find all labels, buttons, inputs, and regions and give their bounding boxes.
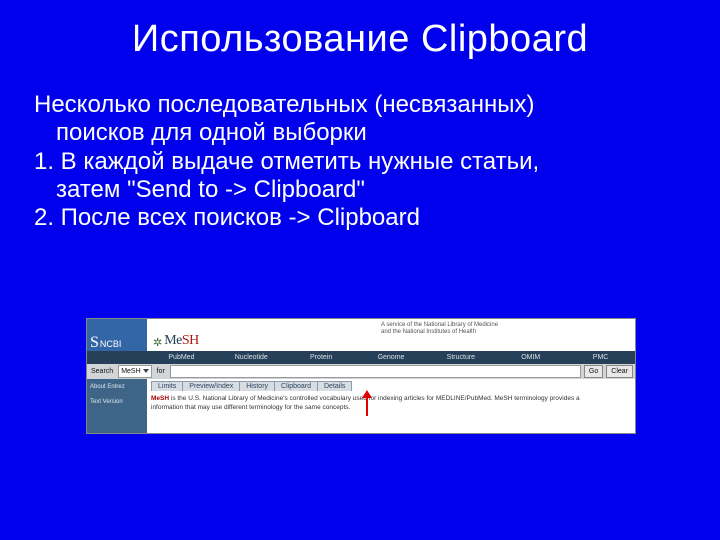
- desc-line-2: information that may use different termi…: [151, 404, 350, 411]
- intro-line-2: поисков для одной выборки: [34, 119, 686, 147]
- nav-protein[interactable]: Protein: [287, 354, 357, 361]
- nav-genome[interactable]: Genome: [357, 354, 427, 361]
- tab-preview-index[interactable]: Preview/Index: [182, 381, 240, 391]
- nav-omim[interactable]: OMIM: [496, 354, 566, 361]
- ncbi-window: S NCBI ✲ MeSH A service of the National …: [86, 318, 636, 434]
- tab-row: Limits Preview/Index History Clipboard D…: [151, 381, 631, 391]
- tab-history[interactable]: History: [239, 381, 275, 391]
- search-input[interactable]: [170, 365, 581, 378]
- description-text: MeSH is the U.S. National Library of Med…: [151, 394, 631, 412]
- slide: Использование Clipboard Несколько послед…: [0, 0, 720, 540]
- tagline-line-1: A service of the National Library of Med…: [381, 322, 631, 329]
- embedded-screenshot: S NCBI ✲ MeSH A service of the National …: [86, 318, 634, 434]
- clear-button[interactable]: Clear: [606, 365, 633, 378]
- tab-limits[interactable]: Limits: [151, 381, 183, 391]
- desc-line-1: is the U.S. National Library of Medicine…: [169, 395, 580, 402]
- sidebar-textversion[interactable]: Text Version: [90, 397, 144, 408]
- step-1-line-1: 1. В каждой выдаче отметить нужные стать…: [34, 148, 539, 175]
- tab-clipboard[interactable]: Clipboard: [274, 381, 318, 391]
- sidebar: About Entrez Text Version: [87, 379, 147, 433]
- search-for-label: for: [155, 368, 167, 375]
- tab-details[interactable]: Details: [317, 381, 352, 391]
- mesh-logo-suffix: SH: [182, 333, 199, 349]
- tagline-line-2: and the National Institutes of Health: [381, 329, 631, 336]
- slide-body: Несколько последовательных (несвязанных)…: [0, 91, 720, 233]
- search-row: Search MeSH for Go Clear: [87, 364, 635, 379]
- banner-row: S NCBI ✲ MeSH A service of the National …: [87, 319, 635, 351]
- nav-pmc[interactable]: PMC: [566, 354, 635, 361]
- ncbi-logo-text: NCBI: [100, 339, 122, 349]
- mesh-logo: ✲ MeSH: [147, 319, 377, 351]
- mesh-tree-icon: ✲: [153, 338, 162, 349]
- search-label: Search: [89, 368, 115, 375]
- nav-structure[interactable]: Structure: [426, 354, 496, 361]
- slide-title: Использование Clipboard: [0, 0, 720, 91]
- ncbi-logo[interactable]: S NCBI: [87, 319, 147, 351]
- go-button[interactable]: Go: [584, 365, 603, 378]
- ncbi-logo-icon: S: [90, 337, 99, 349]
- sidebar-about[interactable]: About Entrez: [90, 382, 144, 393]
- mesh-logo-prefix: Me: [164, 333, 182, 349]
- intro-line-1: Несколько последовательных (несвязанных): [34, 91, 535, 118]
- main-area: Limits Preview/Index History Clipboard D…: [147, 379, 635, 433]
- content-row: About Entrez Text Version Limits Preview…: [87, 379, 635, 433]
- banner-tagline: A service of the National Library of Med…: [377, 319, 635, 351]
- search-db-value: MeSH: [121, 368, 140, 375]
- search-db-select[interactable]: MeSH: [118, 365, 151, 378]
- step-2: 2. После всех поисков -> Clipboard: [34, 204, 420, 231]
- nav-row: PubMed Nucleotide Protein Genome Structu…: [87, 351, 635, 364]
- desc-term: MeSH: [151, 395, 169, 402]
- step-1-line-2: затем "Send to -> Clipboard": [34, 176, 686, 204]
- nav-nucleotide[interactable]: Nucleotide: [217, 354, 287, 361]
- nav-pubmed[interactable]: PubMed: [147, 354, 217, 361]
